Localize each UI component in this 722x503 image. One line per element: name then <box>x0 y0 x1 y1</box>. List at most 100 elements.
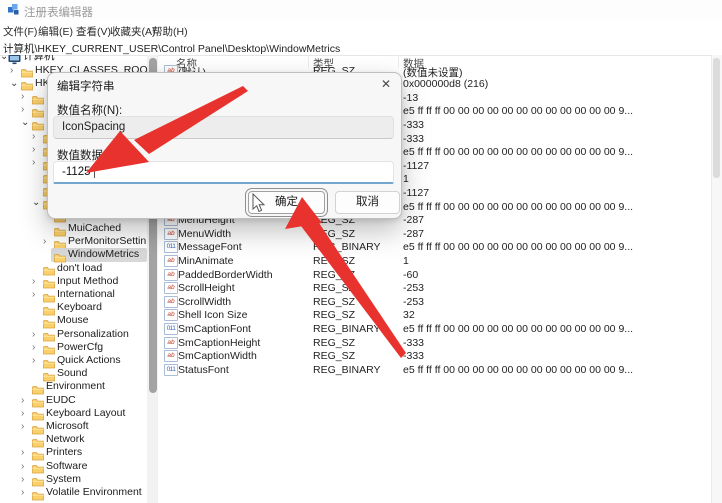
ok-button[interactable]: 确定 <box>248 191 325 214</box>
value-type: REG_SZ <box>313 255 355 267</box>
tree-item-label: Keyboard <box>57 302 102 314</box>
value-name: ScrollWidth <box>178 296 231 308</box>
tree-item-don-t-load[interactable]: don't load <box>0 262 147 275</box>
value-row-smcaptionwidth[interactable]: abSmCaptionWidthREG_SZ-333 <box>158 349 711 363</box>
close-icon[interactable]: ✕ <box>381 77 391 91</box>
string-value-icon: ab <box>164 255 178 267</box>
tree-item-keyboard[interactable]: Keyboard <box>0 301 147 314</box>
chevron-right-icon[interactable]: › <box>21 394 24 407</box>
value-row-smcaptionfont[interactable]: 011SmCaptionFontREG_BINARYe5 ff ff ff 00… <box>158 322 711 336</box>
chevron-right-icon[interactable]: › <box>21 407 24 420</box>
value-type: REG_BINARY <box>313 323 381 335</box>
string-value-icon: ab <box>164 309 178 321</box>
chevron-right-icon[interactable]: › <box>21 446 24 459</box>
chevron-down-icon[interactable]: ⌄ <box>32 196 40 209</box>
tree-item-label: Microsoft <box>46 421 89 433</box>
chevron-right-icon[interactable]: › <box>32 328 35 341</box>
tree-item-label: Input Method <box>57 276 118 288</box>
menu-item[interactable]: 收藏夹(A) <box>110 24 156 39</box>
chevron-right-icon[interactable]: › <box>32 156 35 169</box>
tree-item-international[interactable]: › International <box>0 288 147 301</box>
value-row-smcaptionheight[interactable]: abSmCaptionHeightREG_SZ-333 <box>158 336 711 350</box>
chevron-down-icon[interactable]: ⌄ <box>10 77 18 90</box>
value-row-paddedborderwidth[interactable]: abPaddedBorderWidthREG_SZ-60 <box>158 268 711 282</box>
window-title: 注册表编辑器 <box>24 4 93 20</box>
tree-item-mouse[interactable]: Mouse <box>0 314 147 327</box>
tree-item-label: don't load <box>57 263 102 275</box>
tree-item-eudc[interactable]: ›EUDC <box>0 394 147 407</box>
chevron-right-icon[interactable]: › <box>32 143 35 156</box>
tree-item-volatile-environment[interactable]: ›Volatile Environment <box>0 486 147 499</box>
value-data-input[interactable]: -1125 <box>53 161 394 184</box>
chevron-right-icon[interactable]: › <box>10 64 13 77</box>
menu-item[interactable]: 帮助(H) <box>152 24 188 39</box>
tree-item-powercfg[interactable]: ›PowerCfg <box>0 341 147 354</box>
value-type: REG_SZ <box>313 282 355 294</box>
value-row-scrollheight[interactable]: abScrollHeightREG_SZ-253 <box>158 281 711 295</box>
value-row-messagefont[interactable]: 011MessageFontREG_BINARYe5 ff ff ff 00 0… <box>158 240 711 254</box>
text-caret <box>94 166 95 178</box>
value-data: e5 ff ff ff 00 00 00 00 00 00 00 00 00 0… <box>403 105 633 117</box>
chevron-right-icon[interactable]: › <box>21 460 24 473</box>
string-value-icon: ab <box>164 269 178 281</box>
value-row-minanimate[interactable]: abMinAnimateREG_SZ1 <box>158 254 711 268</box>
chevron-right-icon[interactable]: › <box>21 473 24 486</box>
binary-value-icon: 011 <box>164 364 178 376</box>
tree-item--[interactable]: ⌄计算机 <box>0 55 147 64</box>
tree-item-keyboard-layout[interactable]: ›Keyboard Layout <box>0 407 147 420</box>
chevron-right-icon[interactable]: › <box>21 103 24 116</box>
string-value-icon: ab <box>164 282 178 294</box>
chevron-right-icon[interactable]: › <box>32 130 35 143</box>
value-row-scrollwidth[interactable]: abScrollWidthREG_SZ-253 <box>158 295 711 309</box>
tree-item-personalization[interactable]: ›Personalization <box>0 328 147 341</box>
tree-item-muicached[interactable]: MuiCached <box>0 222 147 235</box>
value-name: SmCaptionWidth <box>178 350 257 362</box>
value-row-shell-icon-size[interactable]: abShell Icon SizeREG_SZ32 <box>158 308 711 322</box>
menu-item[interactable]: 文件(F) <box>3 24 37 39</box>
chevron-right-icon[interactable]: › <box>43 235 46 248</box>
value-data: e5 ff ff ff 00 00 00 00 00 00 00 00 00 0… <box>403 201 633 213</box>
chevron-right-icon[interactable]: › <box>32 341 35 354</box>
tree-item-software[interactable]: › Software <box>0 460 147 473</box>
folder-icon <box>32 488 44 503</box>
value-type: REG_SZ <box>313 296 355 308</box>
tree-item-network[interactable]: Network <box>0 433 147 446</box>
value-data: -253 <box>403 282 424 294</box>
tree-item-label: Quick Actions <box>57 355 121 367</box>
menu-bar: 文件(F)编辑(E)查看(V)收藏夹(A)帮助(H) <box>0 20 722 38</box>
value-name-field: IconSpacing <box>53 116 394 139</box>
menu-item[interactable]: 查看(V) <box>76 24 111 39</box>
tree-item-environment[interactable]: Environment <box>0 380 147 393</box>
value-row-menuwidth[interactable]: abMenuWidthREG_SZ-287 <box>158 227 711 241</box>
tree-item-system[interactable]: ›System <box>0 473 147 486</box>
tree-item-label: 计算机 <box>23 55 55 63</box>
value-data: 32 <box>403 309 415 321</box>
list-scrollbar-thumb[interactable] <box>713 58 720 178</box>
cancel-button[interactable]: 取消 <box>335 191 400 214</box>
tree-item-label: International <box>57 289 115 301</box>
chevron-right-icon[interactable]: › <box>32 288 35 301</box>
tree-item-input-method[interactable]: › Input Method <box>0 275 147 288</box>
value-name: MenuWidth <box>178 228 231 240</box>
chevron-right-icon[interactable]: › <box>21 90 24 103</box>
value-data: -1127 <box>403 160 429 172</box>
chevron-right-icon[interactable]: › <box>21 420 24 433</box>
tree-item-label: WindowMetrics <box>68 249 139 261</box>
value-row-statusfont[interactable]: 011StatusFontREG_BINARYe5 ff ff ff 00 00… <box>158 363 711 377</box>
tree-item-printers[interactable]: ›Printers <box>0 446 147 459</box>
tree-item-quick-actions[interactable]: › Quick Actions <box>0 354 147 367</box>
value-data: 1 <box>403 255 409 267</box>
chevron-down-icon[interactable]: ⌄ <box>21 116 29 129</box>
value-name: SmCaptionFont <box>178 323 251 335</box>
chevron-right-icon[interactable]: › <box>21 486 24 499</box>
tree-item-label: Software <box>46 461 87 473</box>
tree-item-microsoft[interactable]: › Microsoft <box>0 420 147 433</box>
tree-item-sound[interactable]: Sound <box>0 367 147 380</box>
value-data: e5 ff ff ff 00 00 00 00 00 00 00 00 00 0… <box>403 241 633 253</box>
chevron-right-icon[interactable]: › <box>32 354 35 367</box>
menu-item[interactable]: 编辑(E) <box>38 24 73 39</box>
tree-item-windowmetrics[interactable]: WindowMetrics <box>0 248 147 261</box>
tree-item-permonitorsettin[interactable]: ›PerMonitorSettin <box>0 235 147 248</box>
address-bar[interactable]: 计算机\HKEY_CURRENT_USER\Control Panel\Desk… <box>0 38 722 56</box>
chevron-right-icon[interactable]: › <box>32 275 35 288</box>
